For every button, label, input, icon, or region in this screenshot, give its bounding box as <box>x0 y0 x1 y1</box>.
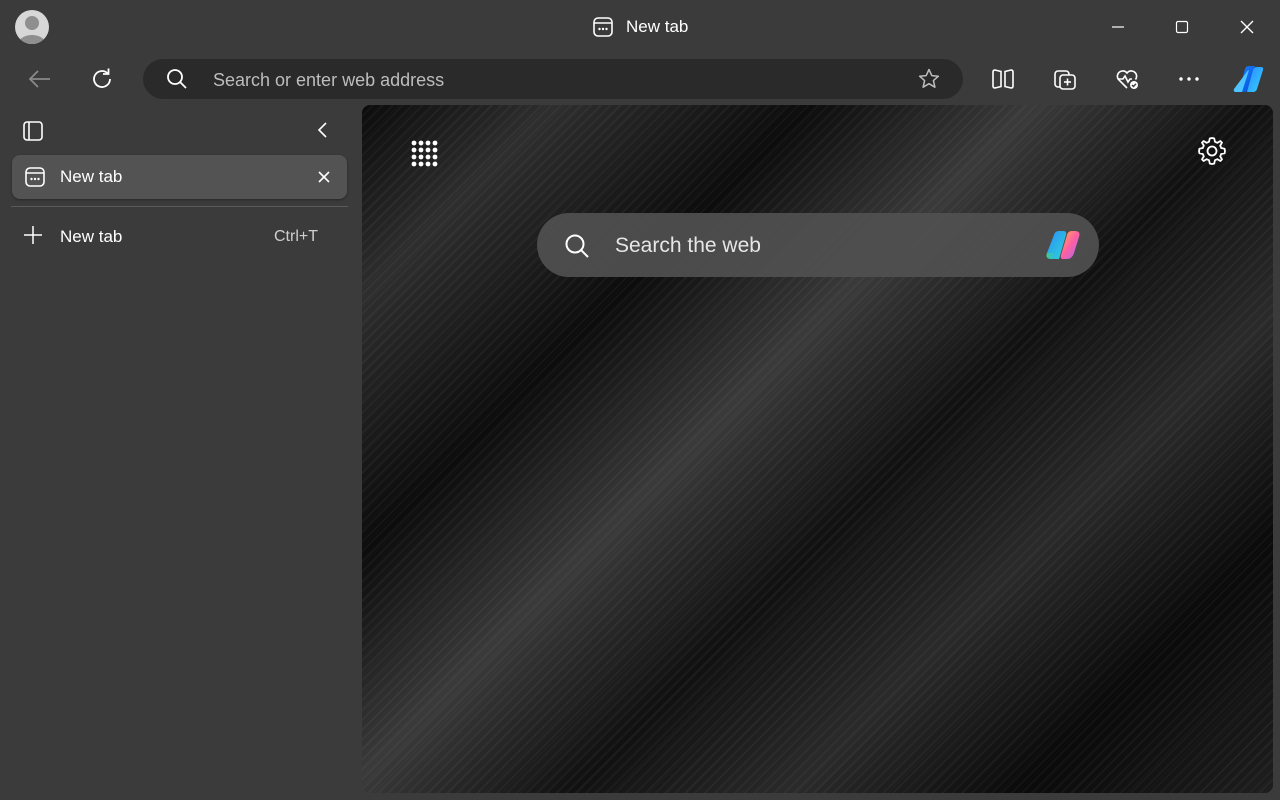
new-tab-shortcut: Ctrl+T <box>274 228 318 245</box>
tab-new-tab[interactable]: New tab <box>12 155 347 199</box>
address-input[interactable] <box>211 59 895 101</box>
new-tab-label: New tab <box>60 227 123 246</box>
split-screen-button[interactable] <box>983 59 1023 99</box>
refresh-button[interactable] <box>82 59 122 99</box>
page-settings-button[interactable] <box>1196 135 1228 167</box>
new-tab-page-icon <box>593 17 613 37</box>
collections-icon <box>1054 70 1076 90</box>
copilot-icon <box>1046 231 1080 259</box>
new-tab-page-icon <box>25 167 45 187</box>
app-launcher-button[interactable] <box>408 137 440 169</box>
heart-pulse-icon <box>1116 70 1138 89</box>
person-icon <box>18 16 46 44</box>
more-button[interactable] <box>1169 59 1209 99</box>
copilot-search-button[interactable] <box>1041 223 1085 267</box>
close-icon <box>1240 20 1254 34</box>
copilot-icon <box>1233 66 1264 92</box>
plus-icon <box>24 226 42 244</box>
ntp-search-box[interactable] <box>537 213 1099 279</box>
close-window-button[interactable] <box>1230 10 1264 44</box>
chevron-left-icon <box>317 122 327 138</box>
split-screen-icon <box>992 69 1014 89</box>
back-arrow-icon <box>28 70 50 88</box>
maximize-icon <box>1175 20 1189 34</box>
vertical-tabs-pane <box>0 104 360 800</box>
refresh-icon <box>93 68 111 88</box>
back-button[interactable] <box>20 59 60 99</box>
star-icon[interactable] <box>917 67 941 91</box>
window-title-text: New tab <box>626 17 689 36</box>
new-tab-button[interactable]: New tab Ctrl+T <box>12 216 347 256</box>
browser-essentials-button[interactable] <box>1107 59 1147 99</box>
profile-avatar[interactable] <box>15 10 49 44</box>
tab-actions-icon <box>23 121 43 141</box>
ellipsis-icon <box>1179 77 1199 81</box>
gear-icon <box>1198 137 1226 165</box>
minimize-icon <box>1112 26 1124 28</box>
search-icon <box>563 232 591 260</box>
maximize-button[interactable] <box>1165 10 1199 44</box>
window-title: New tab <box>592 14 688 40</box>
close-tab-button[interactable] <box>314 167 334 187</box>
minimize-button[interactable] <box>1101 10 1135 44</box>
search-icon <box>165 67 189 91</box>
tab-divider <box>11 206 348 207</box>
close-icon <box>318 171 330 183</box>
ntp-search-input[interactable] <box>613 213 1037 279</box>
tab-actions-button[interactable] <box>20 118 46 144</box>
app-launcher-icon <box>411 140 438 167</box>
copilot-button[interactable] <box>1228 59 1268 99</box>
title-bar: New tab <box>0 0 1280 54</box>
address-bar[interactable] <box>143 59 963 101</box>
collapse-pane-button[interactable] <box>311 118 335 142</box>
tab-label: New tab <box>60 167 123 186</box>
new-tab-page <box>362 105 1273 793</box>
collections-button[interactable] <box>1045 59 1085 99</box>
